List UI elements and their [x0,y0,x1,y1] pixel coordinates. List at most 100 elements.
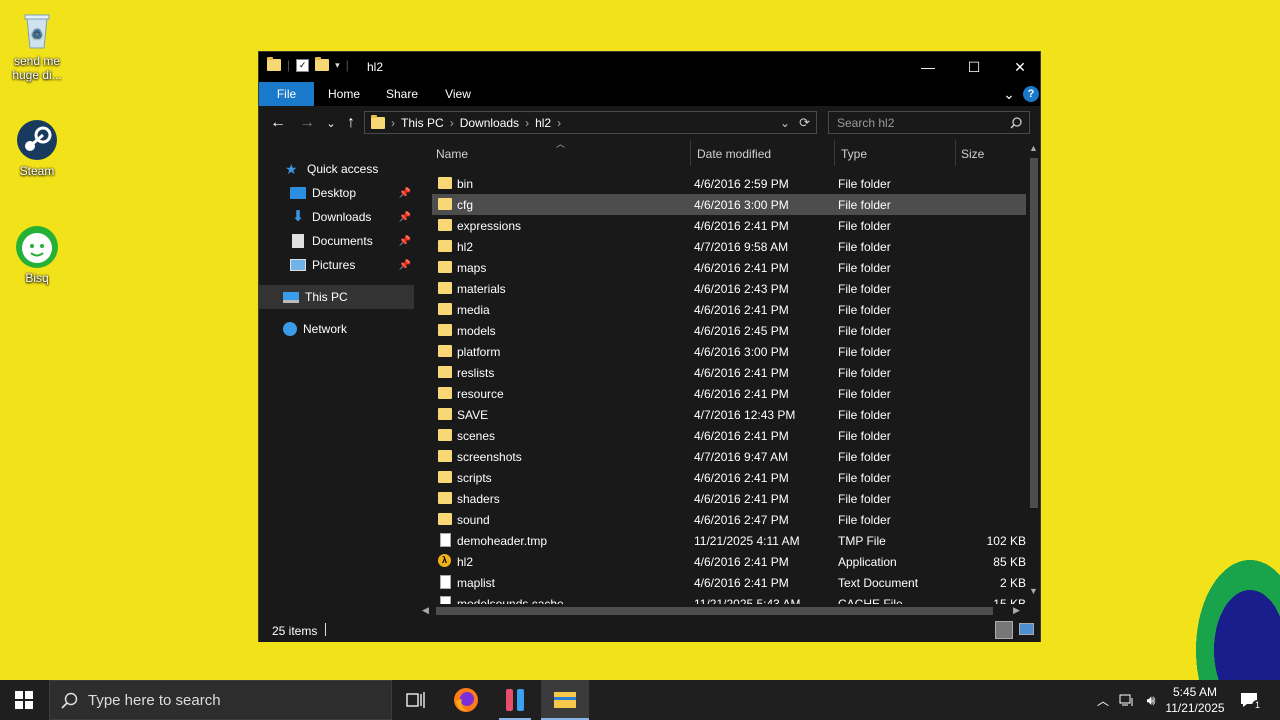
file-row[interactable]: demoheader.tmp 11/21/2025 4:11 AM TMP File… [432,530,1026,551]
folder-icon [438,261,452,273]
file-date: 4/6/2016 3:00 PM [694,345,789,359]
clock[interactable]: 5:45 AM 11/21/2025 [1162,680,1228,720]
file-row[interactable]: resource 4/6/2016 2:41 PM File folder [432,383,1026,404]
vertical-scroll-thumb[interactable] [1030,158,1038,508]
firefox-icon [454,688,478,712]
desktop-icon-bisq[interactable]: Bisq [0,225,74,285]
file-row[interactable]: shaders 4/6/2016 2:41 PM File folder [432,488,1026,509]
network-status-icon[interactable] [1116,680,1138,720]
desktop-icon-steam[interactable]: Steam [0,118,74,178]
file-date: 4/6/2016 2:41 PM [694,261,789,275]
nav-item-label: Downloads [312,210,372,224]
column-header-type[interactable]: Type [841,147,867,161]
file-date: 4/7/2016 12:43 PM [694,408,796,422]
vertical-scrollbar[interactable]: ▲ ▼ [1027,140,1040,604]
scroll-right-icon[interactable]: ▶ [1013,605,1020,616]
file-date: 4/6/2016 2:59 PM [694,177,789,191]
customize-toolbar-chevron-icon[interactable]: ▾ [335,60,340,71]
file-row[interactable]: hl2 4/7/2016 9:58 AM File folder [432,236,1026,257]
column-header-date[interactable]: Date modified [697,147,771,161]
tab-home[interactable]: Home [319,82,369,106]
scroll-left-icon[interactable]: ◀ [422,605,429,616]
file-row[interactable]: media 4/6/2016 2:41 PM File folder [432,299,1026,320]
close-button[interactable]: ✕ [997,52,1043,82]
volume-icon[interactable]: 🔊︎ [1140,680,1162,720]
file-date: 4/7/2016 9:47 AM [694,450,789,464]
taskbar-firefox[interactable] [442,680,490,720]
minimize-button[interactable]: — [905,52,951,82]
back-button[interactable]: ← [267,114,289,132]
nav-item-network[interactable]: Network [259,317,414,341]
properties-icon[interactable]: ✓ [296,58,310,72]
search-icon [61,692,78,709]
breadcrumb-separator-icon: › [525,115,530,130]
taskbar-file-explorer[interactable] [541,680,589,720]
breadcrumb-downloads[interactable]: Downloads [460,116,519,130]
show-hidden-icons-chevron-icon[interactable]: ︿ [1093,680,1113,720]
file-row[interactable]: platform 4/6/2016 3:00 PM File folder [432,341,1026,362]
nav-item-quick-access[interactable]: ★ Quick access [259,157,414,181]
file-type: File folder [838,198,891,212]
horizontal-scroll-thumb[interactable] [436,607,993,615]
action-center-button[interactable]: 1 [1234,680,1264,720]
file-row[interactable]: materials 4/6/2016 2:43 PM File folder [432,278,1026,299]
file-row[interactable]: scripts 4/6/2016 2:41 PM File folder [432,467,1026,488]
file-name: reslists [457,366,495,380]
file-row[interactable]: expressions 4/6/2016 2:41 PM File folder [432,215,1026,236]
address-dropdown-chevron-icon[interactable]: ⌄ [780,116,790,130]
breadcrumb-this-pc[interactable]: This PC [401,116,444,130]
address-bar-row: ← → ⌄ ↑ › This PC › Downloads › hl2 › ⌄ … [259,106,1040,140]
file-list: ︿ Name Date modified Type Size bin 4/6/20… [420,140,1027,616]
help-icon[interactable]: ? [1023,86,1039,102]
file-row[interactable]: sound 4/6/2016 2:47 PM File folder [432,509,1026,530]
desktop-icon-recycle-bin[interactable]: ♻ send me huge di... [0,8,74,82]
scroll-down-icon[interactable]: ▼ [1029,586,1038,596]
file-row[interactable]: bin 4/6/2016 2:59 PM File folder [432,173,1026,194]
search-input[interactable]: Search hl2 [828,111,1030,134]
file-type: File folder [838,387,891,401]
folder-icon [438,282,452,294]
nav-item-desktop[interactable]: Desktop 📌 [259,181,414,205]
nav-item-documents[interactable]: Documents 📌 [259,229,414,253]
file-row[interactable]: SAVE 4/7/2016 12:43 PM File folder [432,404,1026,425]
file-row[interactable]: maplist 4/6/2016 2:41 PM Text Document 2 KB [432,572,1026,593]
file-date: 4/7/2016 9:58 AM [694,240,789,254]
file-type: File folder [838,261,891,275]
details-view-icon[interactable] [995,621,1013,639]
start-button[interactable] [0,680,48,720]
forward-button[interactable]: → [296,114,318,132]
scroll-up-icon[interactable]: ▲ [1029,143,1038,153]
file-date: 4/6/2016 2:41 PM [694,555,789,569]
nav-item-downloads[interactable]: ⬇ Downloads 📌 [259,205,414,229]
file-row[interactable]: scenes 4/6/2016 2:41 PM File folder [432,425,1026,446]
refresh-icon[interactable]: ⟳ [799,115,810,131]
nav-item-this-pc[interactable]: This PC [259,285,414,309]
task-view-button[interactable] [392,680,440,720]
folder-icon [438,324,452,336]
tab-view[interactable]: View [433,82,483,106]
taskbar-app[interactable] [491,680,539,720]
nav-item-pictures[interactable]: Pictures 📌 [259,253,414,277]
up-button[interactable]: ↑ [340,114,362,132]
large-icons-view-icon[interactable] [1019,623,1034,635]
column-header-name[interactable]: Name [436,147,468,161]
file-row[interactable]: maps 4/6/2016 2:41 PM File folder [432,257,1026,278]
address-box[interactable]: › This PC › Downloads › hl2 › ⌄ ⟳ [364,111,817,134]
file-row[interactable]: models 4/6/2016 2:45 PM File folder [432,320,1026,341]
horizontal-scrollbar[interactable]: ◀ ▶ [420,604,1027,618]
file-row[interactable]: cfg 4/6/2016 3:00 PM File folder [432,194,1026,215]
taskbar-search-input[interactable]: Type here to search [49,680,392,720]
file-row[interactable]: screenshots 4/7/2016 9:47 AM File folder [432,446,1026,467]
new-folder-icon[interactable] [315,57,330,71]
tab-share[interactable]: Share [377,82,427,106]
maximize-button[interactable]: ☐ [951,52,997,82]
expand-ribbon-chevron-icon[interactable]: ⌄ [999,82,1019,106]
breadcrumb-hl2[interactable]: hl2 [535,116,551,130]
file-type: Application [838,555,897,569]
tab-file[interactable]: File [259,82,314,106]
recent-locations-chevron-icon[interactable]: ⌄ [320,117,342,130]
file-date: 4/6/2016 2:41 PM [694,303,789,317]
file-row[interactable]: λ hl2 4/6/2016 2:41 PM Application 85 KB [432,551,1026,572]
column-header-size[interactable]: Size [961,147,984,161]
file-row[interactable]: reslists 4/6/2016 2:41 PM File folder [432,362,1026,383]
